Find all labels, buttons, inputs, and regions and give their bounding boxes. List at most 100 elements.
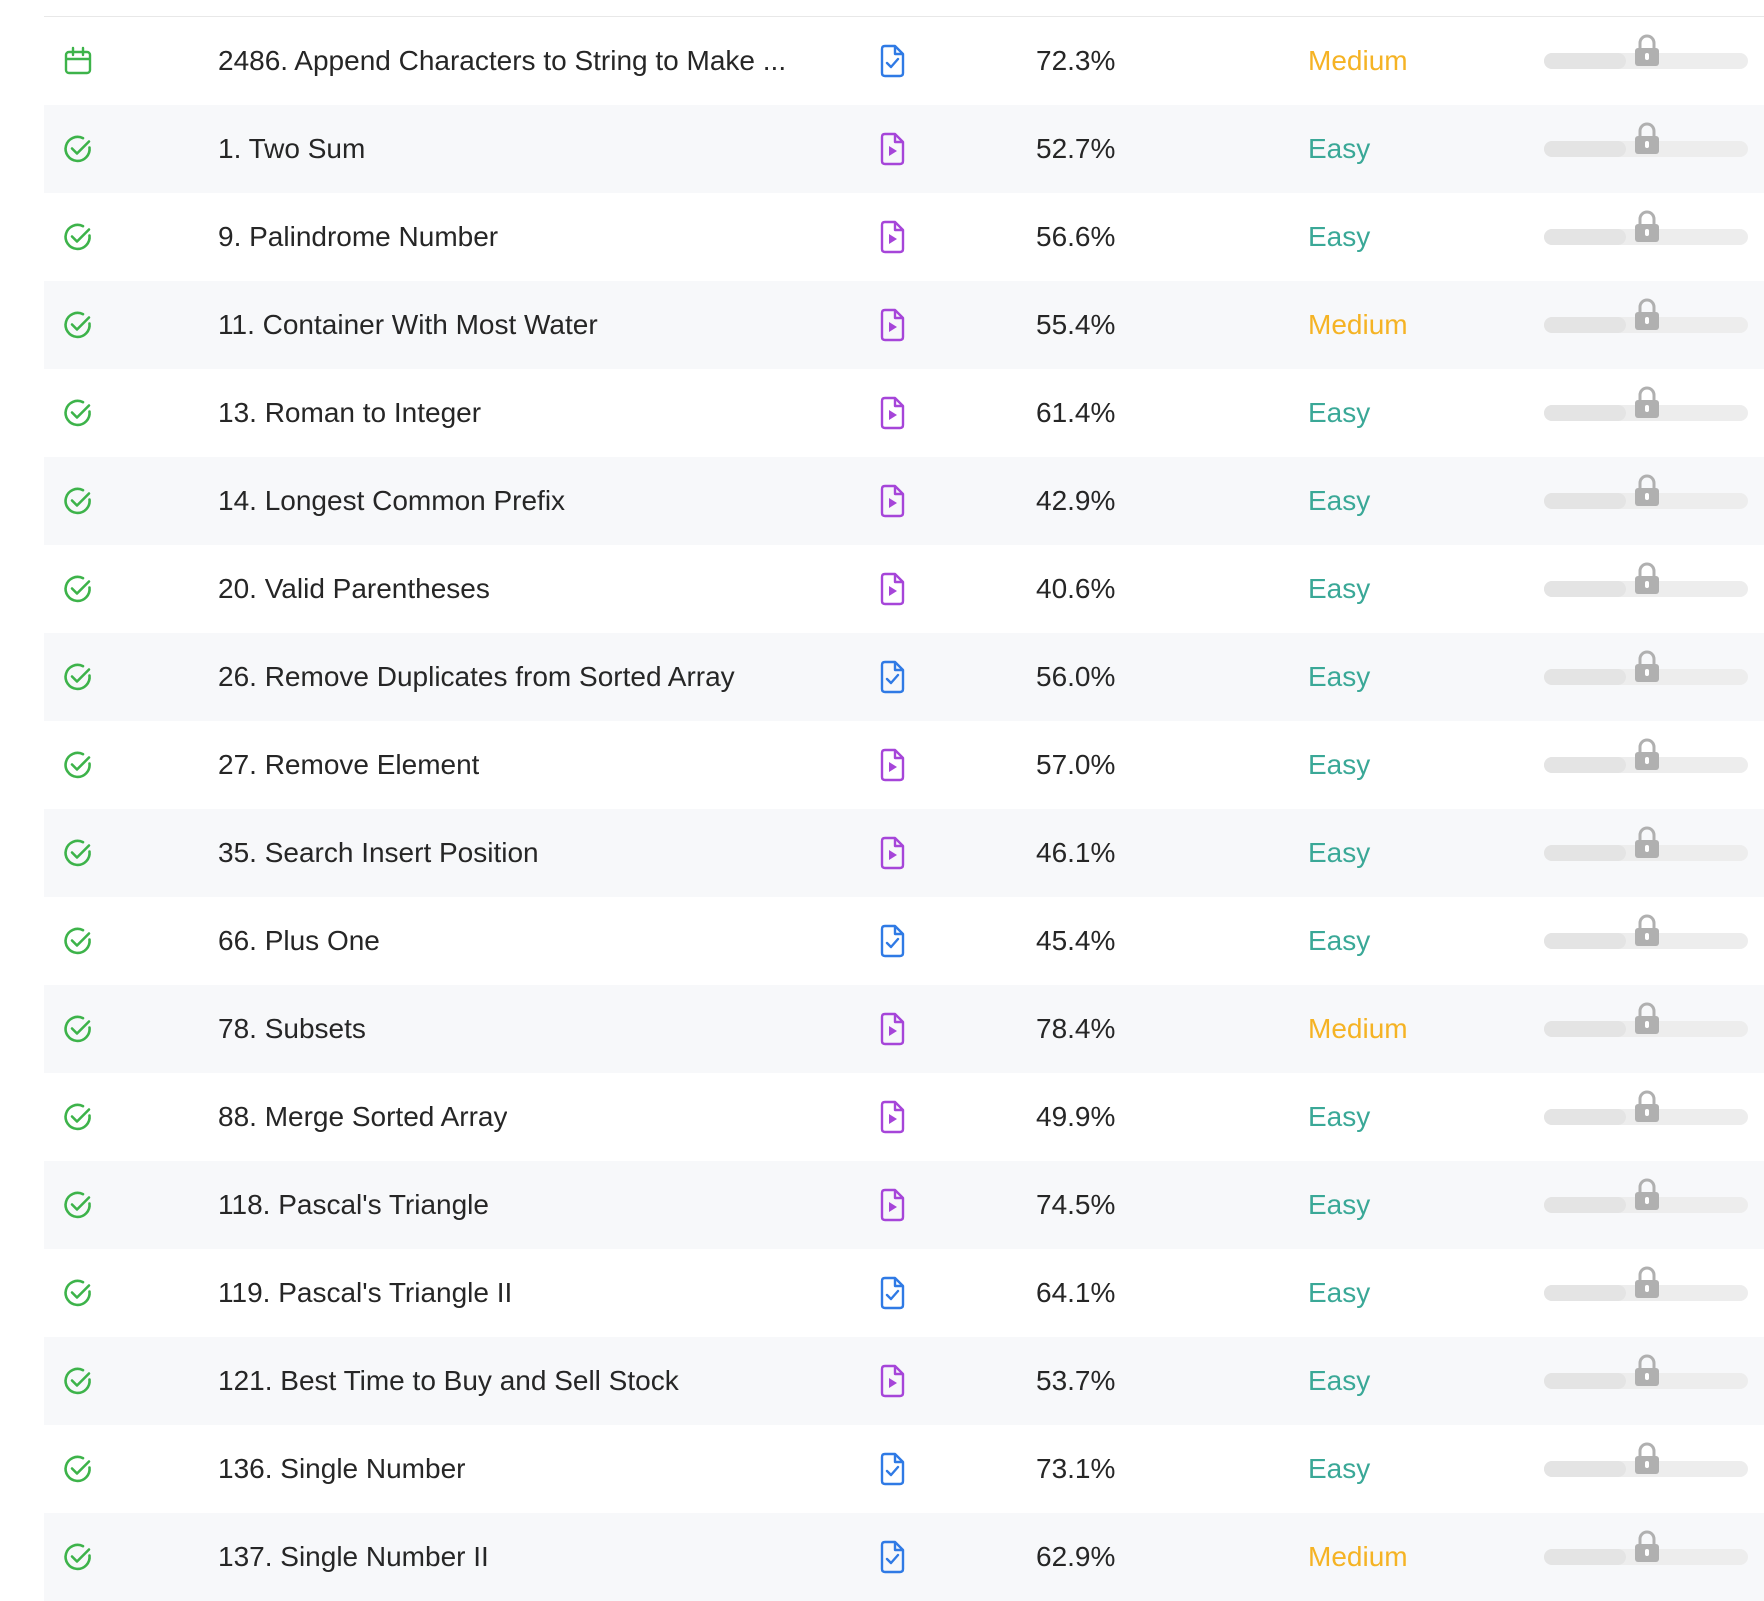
problem-title-link[interactable]: 13. Roman to Integer	[218, 369, 481, 457]
problem-title-link[interactable]: 20. Valid Parentheses	[218, 545, 490, 633]
video-solution-icon[interactable]	[876, 572, 908, 606]
solved-check-icon	[62, 749, 94, 781]
article-solution-icon[interactable]	[876, 1452, 908, 1486]
problem-title-link[interactable]: 136. Single Number	[218, 1425, 465, 1513]
frequency-bar	[1544, 1002, 1748, 1037]
video-solution-icon[interactable]	[876, 308, 908, 342]
acceptance-rate: 45.4%	[1036, 925, 1116, 956]
acceptance-rate: 46.1%	[1036, 837, 1116, 868]
solved-check-icon	[62, 397, 94, 429]
article-solution-icon[interactable]	[876, 44, 908, 78]
problem-list: 2486. Append Characters to String to Mak…	[44, 16, 1764, 1601]
problem-title-link[interactable]: 118. Pascal's Triangle	[218, 1161, 489, 1249]
frequency-bar	[1544, 1266, 1748, 1301]
frequency-bar	[1544, 1090, 1748, 1125]
lock-icon[interactable]	[1632, 1529, 1662, 1563]
acceptance-rate: 56.0%	[1036, 661, 1116, 692]
problem-title-link[interactable]: 66. Plus One	[218, 897, 380, 985]
lock-icon[interactable]	[1632, 737, 1662, 771]
lock-icon[interactable]	[1632, 649, 1662, 683]
video-solution-icon[interactable]	[876, 132, 908, 166]
problem-row: 118. Pascal's Triangle 74.5% Easy	[44, 1161, 1764, 1249]
frequency-bar	[1544, 1354, 1748, 1389]
acceptance-rate: 62.9%	[1036, 1541, 1116, 1572]
lock-icon[interactable]	[1632, 825, 1662, 859]
article-solution-icon[interactable]	[876, 924, 908, 958]
article-solution-icon[interactable]	[876, 1540, 908, 1574]
video-solution-icon[interactable]	[876, 1364, 908, 1398]
problem-row: 78. Subsets 78.4% Medium	[44, 985, 1764, 1073]
problem-row: 119. Pascal's Triangle II 64.1% Easy	[44, 1249, 1764, 1337]
acceptance-rate: 40.6%	[1036, 573, 1116, 604]
lock-icon[interactable]	[1632, 561, 1662, 595]
article-solution-icon[interactable]	[876, 1276, 908, 1310]
problem-row: 35. Search Insert Position 46.1% Easy	[44, 809, 1764, 897]
frequency-fill	[1544, 1197, 1626, 1213]
problem-title-link[interactable]: 137. Single Number II	[218, 1513, 489, 1601]
difficulty-label: Easy	[1308, 1365, 1371, 1396]
lock-icon[interactable]	[1632, 121, 1662, 155]
lock-icon[interactable]	[1632, 33, 1662, 67]
solved-check-icon	[62, 925, 94, 957]
video-solution-icon[interactable]	[876, 484, 908, 518]
lock-icon[interactable]	[1632, 297, 1662, 331]
problem-title-link[interactable]: 88. Merge Sorted Array	[218, 1073, 507, 1161]
problem-title-link[interactable]: 119. Pascal's Triangle II	[218, 1249, 512, 1337]
acceptance-rate: 74.5%	[1036, 1189, 1116, 1220]
video-solution-icon[interactable]	[876, 396, 908, 430]
lock-icon[interactable]	[1632, 385, 1662, 419]
lock-icon[interactable]	[1632, 209, 1662, 243]
problem-title-link[interactable]: 2486. Append Characters to String to Mak…	[218, 17, 786, 105]
lock-icon[interactable]	[1632, 1089, 1662, 1123]
solved-check-icon	[62, 1365, 94, 1397]
solved-check-icon	[62, 485, 94, 517]
problem-title-link[interactable]: 14. Longest Common Prefix	[218, 457, 565, 545]
frequency-fill	[1544, 1549, 1626, 1565]
problem-title-link[interactable]: 1. Two Sum	[218, 105, 365, 193]
problem-title-link[interactable]: 78. Subsets	[218, 985, 366, 1073]
video-solution-icon[interactable]	[876, 1188, 908, 1222]
lock-icon[interactable]	[1632, 1001, 1662, 1035]
frequency-bar	[1544, 210, 1748, 245]
solved-check-icon	[62, 1277, 94, 1309]
frequency-fill	[1544, 933, 1626, 949]
difficulty-label: Easy	[1308, 1189, 1371, 1220]
lock-icon[interactable]	[1632, 1265, 1662, 1299]
frequency-fill	[1544, 405, 1626, 421]
frequency-fill	[1544, 757, 1626, 773]
frequency-bar	[1544, 474, 1748, 509]
frequency-bar	[1544, 914, 1748, 949]
problem-title-link[interactable]: 121. Best Time to Buy and Sell Stock	[218, 1337, 679, 1425]
difficulty-label: Easy	[1308, 661, 1371, 692]
frequency-bar	[1544, 1178, 1748, 1213]
lock-icon[interactable]	[1632, 473, 1662, 507]
problem-title-link[interactable]: 11. Container With Most Water	[218, 281, 598, 369]
problem-title-link[interactable]: 27. Remove Element	[218, 721, 479, 809]
frequency-bar	[1544, 1530, 1748, 1565]
frequency-fill	[1544, 141, 1626, 157]
video-solution-icon[interactable]	[876, 748, 908, 782]
acceptance-rate: 42.9%	[1036, 485, 1116, 516]
problem-title-link[interactable]: 26. Remove Duplicates from Sorted Array	[218, 633, 735, 721]
video-solution-icon[interactable]	[876, 836, 908, 870]
video-solution-icon[interactable]	[876, 1100, 908, 1134]
frequency-bar	[1544, 562, 1748, 597]
acceptance-rate: 56.6%	[1036, 221, 1116, 252]
lock-icon[interactable]	[1632, 1441, 1662, 1475]
solved-check-icon	[62, 1101, 94, 1133]
video-solution-icon[interactable]	[876, 220, 908, 254]
problem-title-link[interactable]: 9. Palindrome Number	[218, 193, 498, 281]
lock-icon[interactable]	[1632, 1177, 1662, 1211]
difficulty-label: Medium	[1308, 1541, 1408, 1572]
problem-row: 13. Roman to Integer 61.4% Easy	[44, 369, 1764, 457]
problem-row: 137. Single Number II 62.9% Medium	[44, 1513, 1764, 1601]
acceptance-rate: 53.7%	[1036, 1365, 1116, 1396]
video-solution-icon[interactable]	[876, 1012, 908, 1046]
difficulty-label: Easy	[1308, 221, 1371, 252]
lock-icon[interactable]	[1632, 1353, 1662, 1387]
lock-icon[interactable]	[1632, 913, 1662, 947]
problem-title-link[interactable]: 35. Search Insert Position	[218, 809, 539, 897]
difficulty-label: Easy	[1308, 1101, 1371, 1132]
article-solution-icon[interactable]	[876, 660, 908, 694]
acceptance-rate: 78.4%	[1036, 1013, 1116, 1044]
